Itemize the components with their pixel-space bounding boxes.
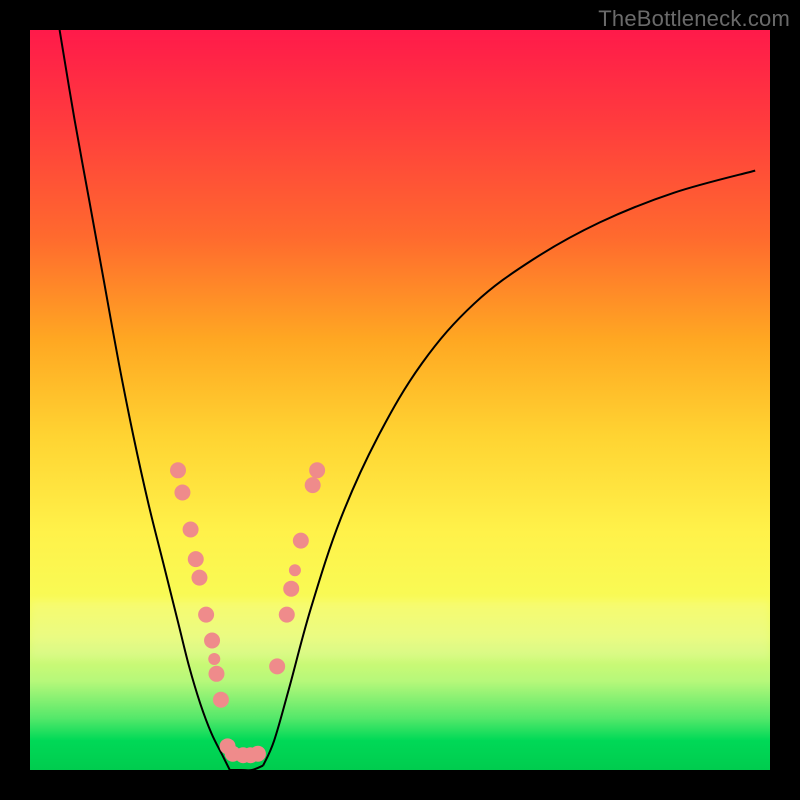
watermark: TheBottleneck.com — [598, 6, 790, 32]
curve-bottom — [230, 766, 263, 770]
plot-area — [30, 30, 770, 770]
data-point — [289, 564, 301, 576]
data-point — [198, 607, 214, 623]
curve-right — [263, 171, 755, 766]
data-point — [279, 607, 295, 623]
data-point — [208, 666, 224, 682]
data-point — [283, 581, 299, 597]
data-point — [213, 692, 229, 708]
data-point — [170, 462, 186, 478]
data-point — [191, 570, 207, 586]
curve-layer — [30, 30, 770, 770]
data-point — [204, 633, 220, 649]
data-point — [183, 522, 199, 538]
curve-left — [60, 30, 230, 770]
data-point — [188, 551, 204, 567]
data-point — [269, 658, 285, 674]
data-point — [174, 485, 190, 501]
chart-frame: TheBottleneck.com — [0, 0, 800, 800]
data-point — [250, 746, 266, 762]
data-point — [309, 462, 325, 478]
data-point — [208, 653, 220, 665]
data-point — [293, 533, 309, 549]
data-point — [305, 477, 321, 493]
data-points — [170, 462, 325, 763]
